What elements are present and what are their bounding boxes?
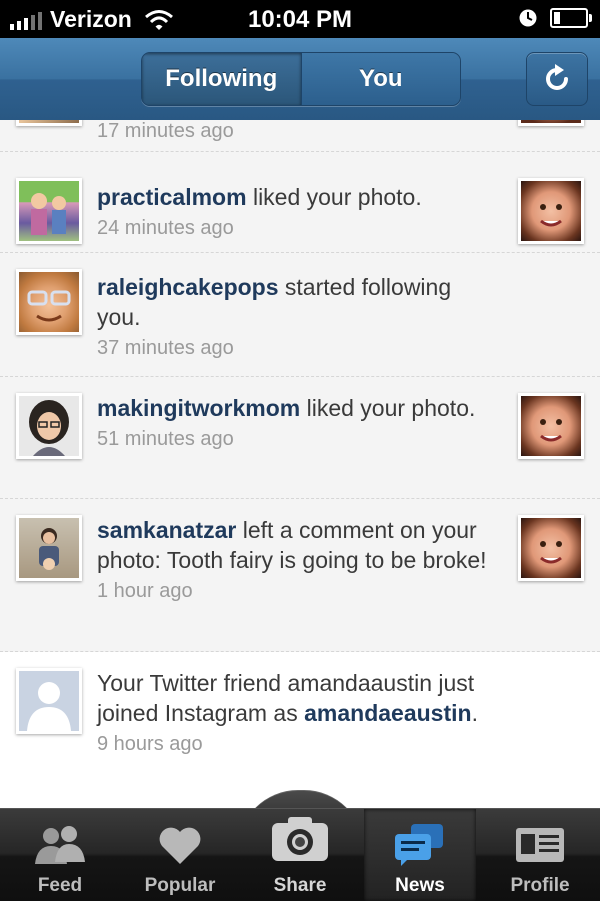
photo-thumbnail[interactable] (518, 120, 584, 126)
timestamp: 9 hours ago (97, 733, 203, 755)
action-text: liked your photo. (246, 184, 422, 210)
segment-you[interactable]: You (301, 53, 460, 105)
username-link[interactable]: practicalmom (97, 184, 247, 210)
alarm-clock-icon (519, 9, 537, 27)
tab-label: Share (273, 875, 327, 896)
list-item-text: makingitworkmom liked your photo. 51 min… (97, 393, 497, 453)
default-avatar[interactable] (16, 668, 82, 734)
timestamp: 17 minutes ago (97, 120, 234, 142)
tab-label: Profile (510, 875, 570, 896)
timestamp: 24 minutes ago (97, 217, 234, 239)
user-avatar[interactable] (16, 515, 82, 581)
status-icons (518, 8, 592, 28)
photo-thumbnail[interactable] (518, 393, 584, 459)
tab-profile[interactable]: Profile (480, 809, 600, 901)
camera-icon (272, 817, 328, 861)
id-card-icon (516, 828, 564, 862)
timestamp: 1 hour ago (97, 580, 193, 602)
status-bar: Verizon 10:04 PM (0, 0, 600, 38)
list-item-text: samkanatzar left a comment on your photo… (97, 515, 497, 605)
action-text: liked your photo. (300, 395, 476, 421)
list-item-text: practicalmom liked your photo. 24 minute… (97, 182, 497, 242)
user-avatar[interactable] (16, 393, 82, 459)
action-text-suffix: . (471, 700, 478, 726)
tab-popular[interactable]: Popular (120, 809, 240, 901)
user-avatar[interactable] (16, 269, 82, 335)
segment-following[interactable]: Following (142, 53, 302, 105)
list-item-text: raleighcakepops started following you. 3… (97, 272, 497, 362)
list-item[interactable]: Your Twitter friend amandaaustin just jo… (0, 652, 600, 808)
tab-bar: Feed Popular Share News Profile (0, 808, 600, 901)
list-item[interactable]: 17 minutes ago (0, 120, 600, 152)
username-link[interactable]: samkanatzar (97, 517, 236, 543)
list-item[interactable]: raleighcakepops started following you. 3… (0, 253, 600, 377)
navigation-header: Following You (0, 38, 600, 121)
user-avatar[interactable] (16, 178, 82, 244)
speech-bubbles-icon (395, 824, 443, 866)
list-item-text: Your Twitter friend amandaaustin just jo… (97, 668, 507, 758)
list-item-text: 17 minutes ago (97, 120, 497, 145)
timestamp: 37 minutes ago (97, 337, 234, 359)
refresh-icon (546, 64, 568, 90)
photo-thumbnail[interactable] (518, 515, 584, 581)
news-feed-list: 17 minutes ago practicalmom liked your p… (0, 120, 600, 808)
tab-feed[interactable]: Feed (0, 809, 120, 901)
refresh-button[interactable] (526, 52, 588, 106)
tab-news[interactable]: News (364, 809, 476, 901)
timestamp: 51 minutes ago (97, 428, 234, 450)
list-item[interactable]: samkanatzar left a comment on your photo… (0, 499, 600, 652)
username-link[interactable]: amandaeaustin (304, 700, 471, 726)
tab-label: News (395, 875, 445, 896)
feed-segmented-control: Following You (141, 52, 461, 106)
clock: 10:04 PM (247, 6, 353, 33)
username-link[interactable]: raleighcakepops (97, 274, 279, 300)
tab-share[interactable]: Share (240, 809, 360, 901)
username-link[interactable]: makingitworkmom (97, 395, 300, 421)
user-avatar[interactable] (16, 120, 82, 126)
tab-label: Popular (144, 875, 216, 896)
list-item[interactable]: practicalmom liked your photo. 24 minute… (0, 152, 600, 253)
battery-icon (550, 8, 592, 28)
photo-thumbnail[interactable] (518, 178, 584, 244)
list-item[interactable]: makingitworkmom liked your photo. 51 min… (0, 377, 600, 499)
heart-icon (159, 827, 201, 864)
people-icon (35, 826, 85, 864)
tab-label: Feed (37, 875, 83, 896)
